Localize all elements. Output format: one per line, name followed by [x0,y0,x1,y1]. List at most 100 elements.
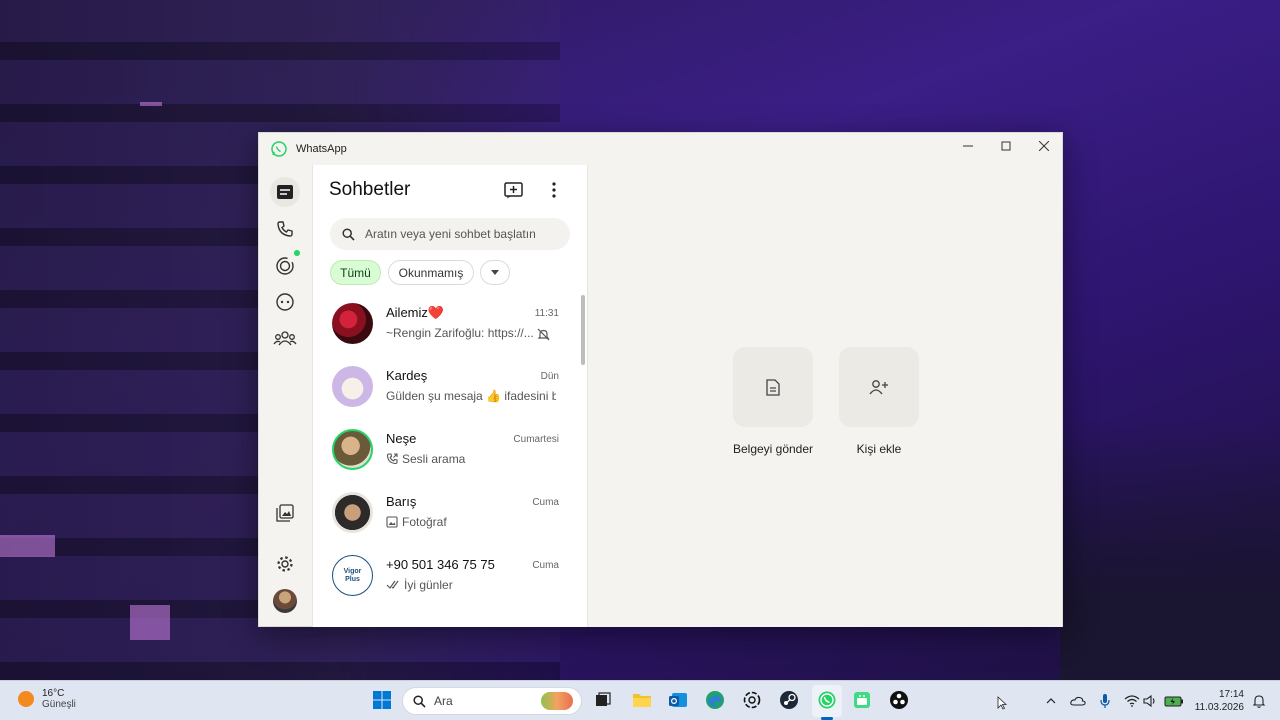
chatgpt-button[interactable] [741,689,763,711]
task-view-icon [596,692,611,706]
outlook-button[interactable] [667,689,689,711]
chat-message: ~Rengin Zarifoğlu: https://... [386,326,534,340]
communities-icon [273,331,297,346]
chat-message: Fotoğraf [402,515,447,529]
rail-communities-button[interactable] [270,323,300,353]
weather-condition: Güneşli [42,699,76,710]
new-chat-button[interactable] [502,179,524,201]
chat-time: Cuma [532,560,559,571]
more-vertical-icon [552,182,556,198]
filter-unread-chip[interactable]: Okunmamış [388,260,474,285]
edge-button[interactable] [704,689,726,711]
chats-icon [277,185,293,199]
filter-more-chip[interactable] [480,260,510,285]
close-button[interactable] [1025,133,1063,159]
mail-app-icon [669,693,687,707]
cloud-icon [1070,696,1086,706]
rail-settings-button[interactable] [270,549,300,579]
taskbar-search-label: Ara [434,694,453,708]
rail-calls-button[interactable] [270,214,300,244]
add-contact-icon [869,380,888,395]
title-bar: WhatsApp [259,133,1062,165]
chat-message: Sesli arama [402,452,466,466]
rail-chats-button[interactable] [270,177,300,207]
gear-icon [277,556,293,572]
weather-temperature: 16°C [42,688,65,699]
browser-icon [706,691,724,709]
start-button[interactable] [371,689,393,711]
channels-icon [276,293,294,311]
steam-button[interactable] [778,689,800,711]
wallpaper-light [0,535,55,557]
send-document-label: Belgeyi gönder [732,442,814,456]
document-icon [766,378,780,396]
chat-time: Dün [540,371,559,382]
status-icon [276,257,294,275]
chat-preview: ~Rengin Zarifoğlu: https://... [386,326,556,340]
android-app-button[interactable] [851,689,873,711]
whatsapp-logo-icon [271,141,287,157]
onedrive-tray-button[interactable] [1069,692,1087,710]
chat-name: Ailemiz❤️ [386,305,445,320]
minimize-button[interactable] [949,133,987,159]
weather-widget[interactable]: 16°C Güneşli [18,688,76,710]
chat-preview: Fotoğraf [386,515,556,529]
main-pane: Belgeyi gönder Kişi ekle [588,165,1062,627]
file-explorer-button[interactable] [631,689,653,711]
search-highlight-icon [541,692,573,710]
chat-name: Kardeş [386,368,428,383]
wifi-tray-button[interactable] [1123,692,1141,710]
taskbar-search[interactable]: Ara [402,687,582,715]
chevron-down-icon [491,270,499,275]
chat-row[interactable]: Ailemiz❤️ 11:31 ~Rengin Zarifoğlu: https… [313,293,579,356]
chat-time: 11:31 [534,308,559,319]
profile-avatar [273,589,297,613]
taskbar-clock[interactable]: 17:14 11.03.2026 [1192,688,1244,714]
status-new-dot [294,250,300,256]
chat-row[interactable]: Neşe Cumartesi Sesli arama [313,419,579,482]
chat-avatar [332,492,373,533]
clock-time: 17:14 [1218,689,1244,700]
search-input[interactable] [365,227,555,241]
taskbar: 16°C Güneşli Ara 17:14 11.03.2026 [0,680,1280,720]
search-icon [413,694,426,708]
chat-row[interactable]: Barış Cuma Fotoğraf [313,482,579,545]
battery-charging-icon [1164,696,1183,706]
battery-tray-button[interactable] [1164,692,1184,710]
task-view-button[interactable] [592,689,614,711]
wallpaper-light [130,605,170,640]
rail-channels-button[interactable] [270,287,300,317]
chat-preview: Sesli arama [386,452,556,466]
chat-row[interactable]: Vigor Plus +90 501 346 75 75 Cuma İyi gü… [313,545,579,608]
chat-row[interactable]: Kardeş Dün Gülden şu mesaja 👍 ifadesini … [313,356,579,419]
chat-list-panel: Sohbetler Tümü Okunmamış Ailemiz❤️ 11:31… [312,165,588,627]
clock-date: 11.03.2026 [1194,702,1244,713]
rail-profile-button[interactable] [270,586,300,616]
mouse-cursor-icon [993,694,1011,712]
menu-button[interactable] [543,179,565,201]
filter-all-chip[interactable]: Tümü [330,260,381,285]
microphone-tray-button[interactable] [1096,692,1114,710]
volume-tray-button[interactable] [1141,692,1159,710]
navigation-rail [259,165,312,627]
notifications-button[interactable] [1250,692,1268,710]
wallpaper-light [140,102,162,106]
whatsapp-taskbar-button[interactable] [816,689,838,711]
chats-title: Sohbetler [329,179,411,200]
rail-media-button[interactable] [270,498,300,528]
microphone-icon [1100,694,1110,708]
mute-icon [537,328,550,341]
chat-avatar: Vigor Plus [332,555,373,596]
tray-overflow-button[interactable] [1042,692,1060,710]
search-icon [342,227,355,241]
send-document-button[interactable] [733,347,813,427]
chat-name: Neşe [386,431,417,446]
wallpaper-city [1060,420,1280,680]
chat-list-scrollbar[interactable] [581,295,585,365]
search-box[interactable] [330,218,570,250]
obs-button[interactable] [888,689,910,711]
chat-preview: Gülden şu mesaja 👍 ifadesini b [386,389,556,403]
phone-icon [277,221,293,237]
add-contact-button[interactable] [839,347,919,427]
maximize-button[interactable] [987,133,1025,159]
